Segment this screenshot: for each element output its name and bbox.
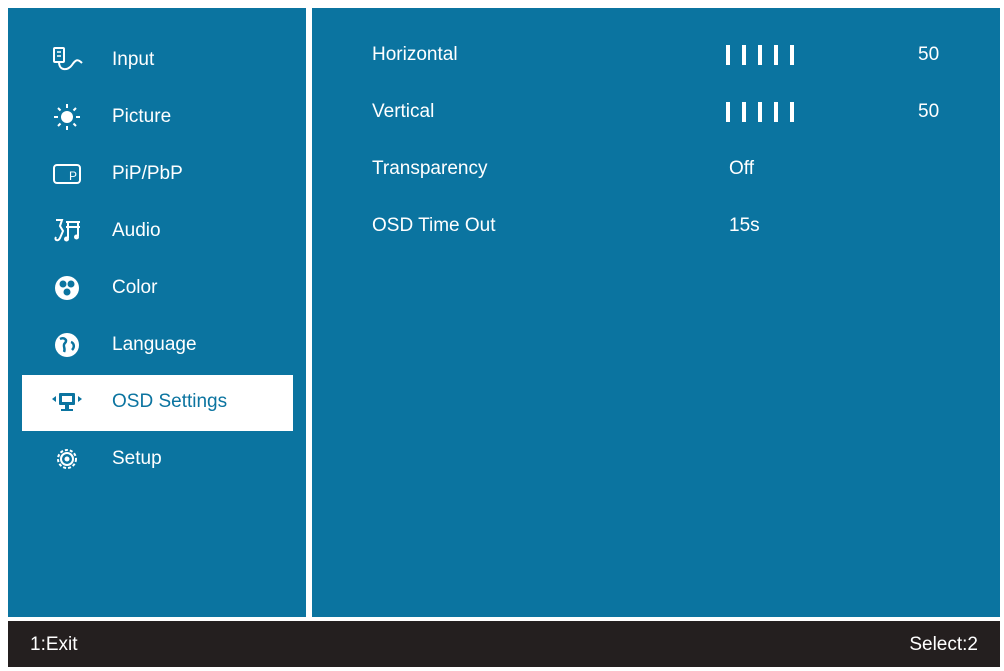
setting-transparency[interactable]: Transparency Off [372, 158, 972, 188]
sidebar-item-input[interactable]: Input [22, 33, 293, 89]
sidebar-item-color[interactable]: Color [22, 261, 293, 317]
sidebar-item-label: Setup [112, 448, 162, 469]
audio-icon [50, 216, 84, 246]
setting-label: Vertical [372, 101, 435, 122]
sidebar-item-label: Input [112, 49, 155, 70]
setting-value: 15s [729, 215, 760, 236]
slider-tick [726, 102, 730, 122]
sidebar-item-pip-pbp[interactable]: P PiP/PbP [22, 147, 293, 203]
svg-text:P: P [69, 169, 77, 183]
input-icon [50, 45, 84, 75]
brightness-icon [50, 102, 84, 132]
setting-value: 50 [918, 44, 940, 65]
setting-value: 50 [918, 101, 940, 122]
setting-horizontal[interactable]: Horizontal 50 [372, 44, 972, 74]
select-hint: Select:2 [909, 634, 978, 655]
setting-label: OSD Time Out [372, 215, 496, 236]
slider-tick [742, 102, 746, 122]
slider-tick [774, 102, 778, 122]
sidebar-item-label: OSD Settings [112, 391, 228, 412]
slider-tick [742, 45, 746, 65]
exit-hint: 1:Exit [30, 634, 78, 655]
sidebar-menu: Input Picture P PiP/PbP Audio Color Lang… [8, 8, 306, 617]
osd-icon [50, 387, 84, 417]
sidebar-item-osd-settings[interactable]: OSD Settings [22, 375, 293, 431]
sidebar-item-label: Picture [112, 106, 172, 127]
setting-label: Transparency [372, 158, 488, 179]
sidebar-item-label: Color [112, 277, 158, 298]
slider-tick [726, 45, 730, 65]
sidebar-item-label: Language [112, 334, 197, 355]
setting-osd-timeout[interactable]: OSD Time Out 15s [372, 215, 972, 245]
gear-icon [50, 444, 84, 474]
slider-tick [758, 45, 762, 65]
sidebar-item-language[interactable]: Language [22, 318, 293, 374]
osd-settings-panel: Horizontal 50 Vertical 50 Transparency O… [312, 8, 1000, 617]
slider-tick [790, 102, 794, 122]
setting-label: Horizontal [372, 44, 458, 65]
pip-icon: P [50, 159, 84, 189]
slider-tick [774, 45, 778, 65]
setting-vertical[interactable]: Vertical 50 [372, 101, 972, 131]
sidebar-item-picture[interactable]: Picture [22, 90, 293, 146]
sidebar-item-label: Audio [112, 220, 161, 241]
footer-bar: 1:Exit Select:2 [8, 621, 1000, 667]
osd-menu: Input Picture P PiP/PbP Audio Color Lang… [8, 8, 1000, 667]
color-icon [50, 273, 84, 303]
slider-tick [758, 102, 762, 122]
setting-value: Off [729, 158, 754, 179]
globe-icon [50, 330, 84, 360]
sidebar-item-setup[interactable]: Setup [22, 432, 293, 488]
slider-tick [790, 45, 794, 65]
sidebar-item-audio[interactable]: Audio [22, 204, 293, 260]
horizontal-slider[interactable] [726, 45, 794, 65]
vertical-slider[interactable] [726, 102, 794, 122]
sidebar-item-label: PiP/PbP [112, 163, 183, 184]
